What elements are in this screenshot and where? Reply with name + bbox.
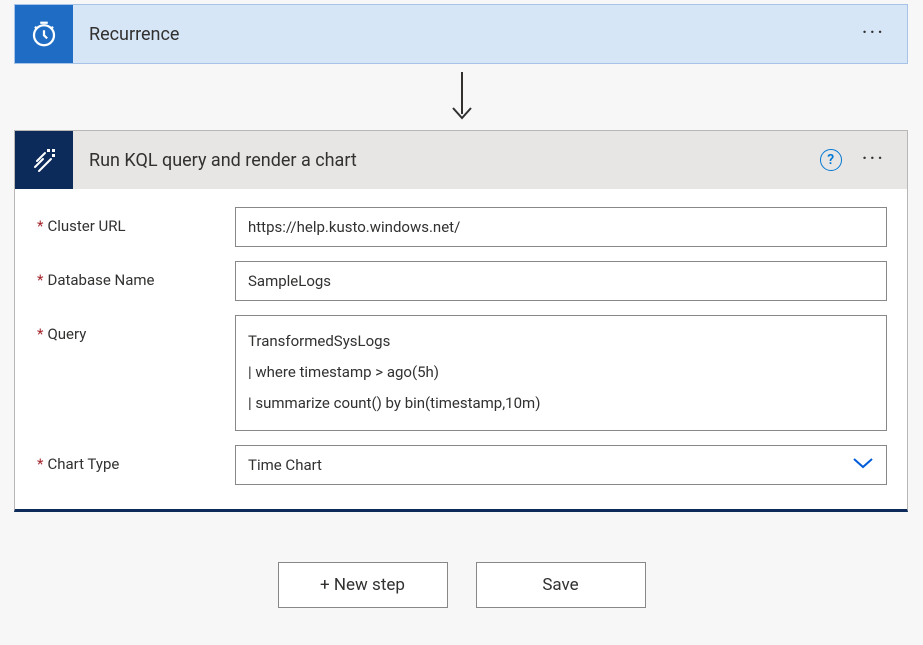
- footer: + New step Save: [14, 562, 909, 608]
- save-label: Save: [542, 575, 578, 595]
- action-card: Run KQL query and render a chart ? ··· C…: [14, 130, 908, 512]
- database-name-input[interactable]: [235, 261, 887, 301]
- clock-icon: [15, 5, 73, 63]
- action-body: Cluster URL Database Name Query Transfor…: [15, 189, 907, 509]
- action-header[interactable]: Run KQL query and render a chart ? ···: [15, 131, 907, 189]
- trigger-card[interactable]: Recurrence ···: [14, 4, 908, 64]
- connector-arrow: [14, 64, 909, 130]
- save-button[interactable]: Save: [476, 562, 646, 608]
- chevron-down-icon: [852, 456, 874, 474]
- new-step-button[interactable]: + New step: [278, 562, 448, 608]
- trigger-header[interactable]: Recurrence ···: [15, 5, 907, 63]
- cluster-url-label: Cluster URL: [37, 207, 235, 235]
- cluster-url-input[interactable]: [235, 207, 887, 247]
- new-step-label: + New step: [320, 575, 405, 595]
- kusto-icon: [15, 131, 73, 189]
- database-name-label: Database Name: [37, 261, 235, 289]
- query-label: Query: [37, 315, 235, 343]
- trigger-title: Recurrence: [73, 24, 862, 45]
- chart-type-label: Chart Type: [37, 445, 235, 473]
- query-input[interactable]: TransformedSysLogs | where timestamp > a…: [235, 315, 887, 431]
- chart-type-select[interactable]: Time Chart: [235, 445, 887, 485]
- action-menu-button[interactable]: ···: [862, 149, 885, 171]
- help-icon[interactable]: ?: [820, 149, 842, 171]
- trigger-menu-button[interactable]: ···: [862, 23, 885, 45]
- action-title: Run KQL query and render a chart: [73, 150, 820, 171]
- chart-type-value: Time Chart: [248, 456, 322, 474]
